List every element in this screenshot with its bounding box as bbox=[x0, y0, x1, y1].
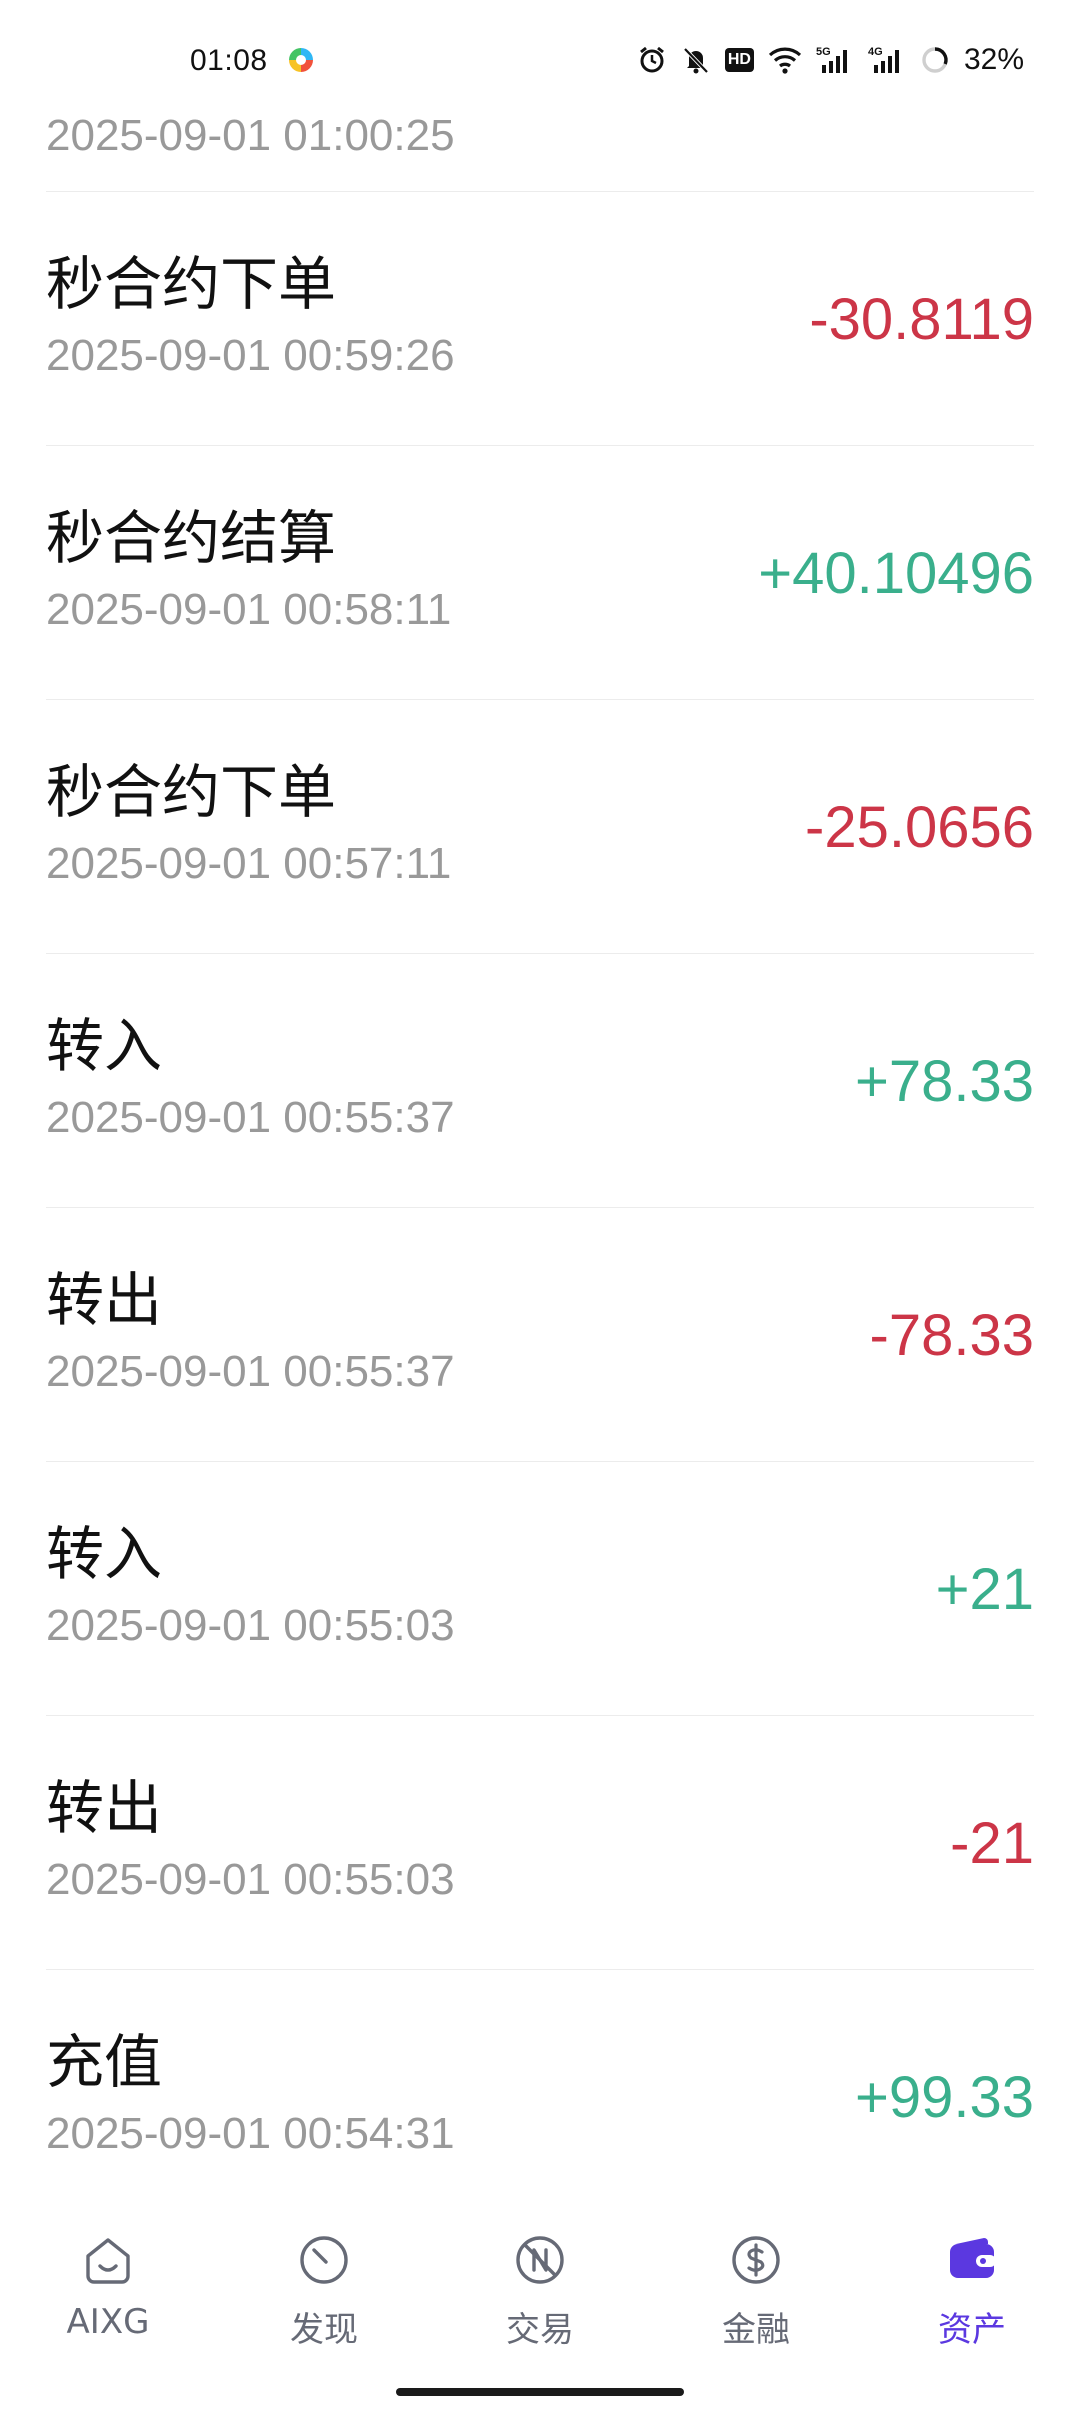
nav-label: AIXG bbox=[66, 2302, 150, 2342]
record-amount: +21 bbox=[935, 1557, 1034, 1622]
status-time: 01:08 bbox=[190, 44, 268, 77]
record-time: 2025-09-01 01:00:25 bbox=[46, 111, 455, 160]
list-item[interactable]: 转入 2025-09-01 00:55:37 +78.33 bbox=[46, 954, 1034, 1208]
mute-bell-icon bbox=[681, 45, 711, 75]
list-item[interactable]: 秒合约下单 2025-09-01 00:59:26 -30.8119 bbox=[46, 192, 1034, 446]
record-amount: +40.10496 bbox=[758, 541, 1034, 606]
compass-icon bbox=[294, 2230, 354, 2290]
nav-item-aixg[interactable]: AIXG bbox=[0, 2210, 216, 2342]
record-time: 2025-09-01 00:59:26 bbox=[46, 331, 455, 380]
record-time: 2025-09-01 00:55:37 bbox=[46, 1347, 455, 1396]
list-item[interactable]: 转出 2025-09-01 00:55:03 -21 bbox=[46, 1716, 1034, 1970]
status-icons: HD 5G 4G 32% bbox=[637, 42, 1024, 78]
nav-item-assets[interactable]: 资产 bbox=[864, 2210, 1080, 2351]
dollar-icon bbox=[726, 2230, 786, 2290]
record-amount: +99.33 bbox=[854, 2065, 1034, 2130]
nav-label: 金融 bbox=[722, 2310, 790, 2350]
nav-label: 发现 bbox=[290, 2310, 358, 2350]
record-type: 秒合约下单 bbox=[46, 758, 337, 826]
nav-label: 交易 bbox=[506, 2310, 574, 2350]
record-type: 转入 bbox=[46, 1012, 163, 1080]
nav-item-discover[interactable]: 发现 bbox=[216, 2210, 432, 2351]
svg-text:4G: 4G bbox=[868, 46, 883, 58]
alarm-icon bbox=[637, 45, 667, 75]
battery-ring-icon bbox=[920, 45, 950, 75]
list-item[interactable]: 秒合约下单 2025-09-01 00:57:11 -25.0656 bbox=[46, 700, 1034, 954]
record-type: 充值 bbox=[46, 2028, 163, 2096]
record-amount: -78.33 bbox=[869, 1303, 1034, 1368]
record-time: 2025-09-01 00:55:03 bbox=[46, 1601, 455, 1650]
list-item[interactable]: 转入 2025-09-01 00:55:03 +21 bbox=[46, 1462, 1034, 1716]
list-item[interactable]: 转出 2025-09-01 00:55:37 -78.33 bbox=[46, 1208, 1034, 1462]
record-time: 2025-09-01 00:54:31 bbox=[46, 2109, 455, 2158]
nav-item-trade[interactable]: 交易 bbox=[432, 2210, 648, 2351]
record-type: 转出 bbox=[46, 1266, 163, 1334]
record-time: 2025-09-01 00:57:11 bbox=[46, 839, 452, 888]
svg-text:5G: 5G bbox=[816, 46, 831, 58]
battery-percentage: 32% bbox=[963, 43, 1024, 76]
home-indicator[interactable] bbox=[396, 2388, 684, 2396]
list-item[interactable]: 充值 2025-09-01 00:54:31 +99.33 bbox=[46, 1970, 1034, 2224]
app-notification-icon bbox=[289, 48, 313, 72]
wallet-icon bbox=[942, 2230, 1002, 2290]
status-bar: 01:08 HD 5G 4G 32% bbox=[0, 0, 1080, 96]
record-type: 秒合约结算 bbox=[46, 504, 337, 572]
record-type: 转入 bbox=[46, 1520, 163, 1588]
nav-label: 资产 bbox=[938, 2310, 1006, 2350]
nav-item-finance[interactable]: 金融 bbox=[648, 2210, 864, 2351]
signal-5g-icon: 5G bbox=[816, 45, 854, 75]
record-time: 2025-09-01 00:58:11 bbox=[46, 585, 452, 634]
hd-icon: HD bbox=[724, 48, 754, 72]
signal-4g-icon: 4G bbox=[868, 45, 906, 75]
bottom-nav: AIXG 发现 交易 金融 资产 bbox=[0, 2210, 1080, 2412]
list-item[interactable]: 秒合约结算 2025-09-01 00:58:11 +40.10496 bbox=[46, 446, 1034, 700]
record-amount: +78.33 bbox=[854, 1049, 1034, 1114]
record-type: 秒合约下单 bbox=[46, 250, 337, 318]
record-amount: -21 bbox=[950, 1811, 1034, 1876]
record-amount: -25.0656 bbox=[805, 795, 1034, 860]
record-time: 2025-09-01 00:55:37 bbox=[46, 1093, 455, 1142]
wifi-icon bbox=[768, 45, 802, 75]
record-time: 2025-09-01 00:55:03 bbox=[46, 1855, 455, 1904]
record-amount: -30.8119 bbox=[809, 287, 1034, 352]
record-type: 转出 bbox=[46, 1774, 163, 1842]
trade-icon bbox=[510, 2230, 570, 2290]
home-icon bbox=[78, 2230, 138, 2290]
